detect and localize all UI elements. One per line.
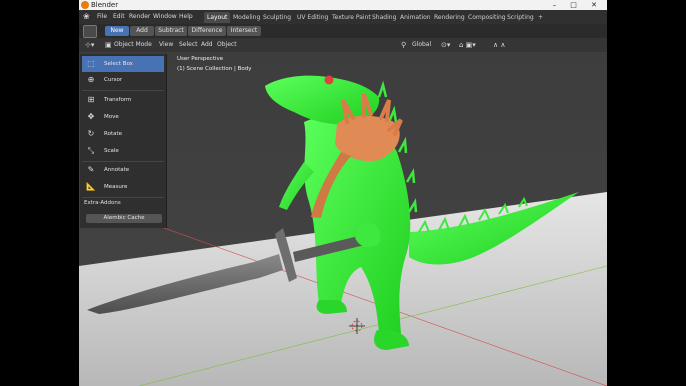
blender-menu-icon[interactable]: ❀ [83,10,90,24]
view-menu[interactable]: View [159,38,173,52]
transform-icon: ⊞ [87,95,95,104]
menu-file[interactable]: File [97,10,107,24]
tool-label: Scale [104,148,119,154]
menu-help[interactable]: Help [179,10,193,24]
add-workspace-button[interactable]: + [535,12,546,23]
tool-measure[interactable]: 📐 Measure [82,179,164,195]
collection-label: (1) Scene Collection | Body [177,66,252,72]
tool-header: New Add Subtract Difference Intersect [79,24,607,38]
add-menu[interactable]: Add [201,38,213,52]
toolbar-panel: ⬚ Select Box ⊕ Cursor ⊞ Transform ✥ Move… [80,54,167,228]
tool-label: Select Box [104,61,133,67]
eye [324,75,334,85]
intersect-button[interactable]: Intersect [227,26,261,36]
tab-layout[interactable]: Layout [204,12,231,23]
tab-uv-editing[interactable]: UV Editing [294,12,331,23]
tool-label: Measure [104,184,128,190]
menu-edit[interactable]: Edit [113,10,125,24]
tool-label: Transform [104,97,132,103]
tool-transform[interactable]: ⊞ Transform [82,92,164,108]
blender-window: Blender – □ ✕ ❀ File Edit Render Window … [79,0,607,386]
orientation-icon: ⚲ [401,41,407,49]
snap-icon[interactable]: ⌂ ▣▾ [459,38,476,52]
tool-select-icon[interactable] [83,25,97,38]
new-button[interactable]: New [105,26,129,36]
alembic-cache-button[interactable]: Alembic Cache [86,214,162,223]
annotate-icon: ✎ [87,165,95,174]
orientation-dropdown[interactable]: Global [412,38,431,52]
proportional-edit-icon[interactable]: ∧ ∧ [493,38,505,52]
select-box-icon: ⬚ [87,59,95,68]
tool-annotate[interactable]: ✎ Annotate [82,162,164,178]
cursor-icon: ⊕ [87,75,95,84]
tab-modeling[interactable]: Modeling [230,12,263,23]
tab-scripting[interactable]: Scripting [504,12,537,23]
title-bar: Blender – □ ✕ [79,0,607,10]
menu-bar: ❀ File Edit Render Window Help Layout Mo… [79,10,607,24]
tool-label: Cursor [104,77,123,83]
pivot-icon[interactable]: ⊙▾ [441,38,450,52]
menu-window[interactable]: Window [153,10,177,24]
perspective-label: User Perspective [177,56,224,62]
subtract-button[interactable]: Subtract [155,26,187,36]
tab-compositing[interactable]: Compositing [465,12,509,23]
object-mode-dropdown[interactable]: Object Mode [114,38,152,52]
window-controls[interactable]: – □ ✕ [553,0,603,10]
tab-animation[interactable]: Animation [397,12,434,23]
blender-logo-icon [81,1,89,9]
measure-icon: 📐 [86,182,96,191]
move-icon: ✥ [87,112,95,121]
tool-move[interactable]: ✥ Move [82,109,164,125]
rotate-icon: ↻ [87,129,95,138]
tool-label: Annotate [104,167,130,173]
viewport-header: ⊹▾ ▣ Object Mode View Select Add Object … [79,38,607,52]
tool-scale[interactable]: ⤡ Scale [82,143,164,159]
object-mode-icon: ▣ [105,41,112,49]
menu-render[interactable]: Render [129,10,150,24]
tool-select-box[interactable]: ⬚ Select Box [82,56,164,72]
extra-addons-header[interactable]: Extra-Addons [84,200,121,206]
add-button[interactable]: Add [130,26,154,36]
difference-button[interactable]: Difference [188,26,226,36]
divider [82,90,164,91]
tab-rendering[interactable]: Rendering [431,12,468,23]
tab-texture-paint[interactable]: Texture Paint [329,12,374,23]
tab-sculpting[interactable]: Sculpting [260,12,294,23]
scale-icon: ⤡ [87,146,95,155]
object-menu[interactable]: Object [217,38,237,52]
divider [82,197,164,198]
select-menu[interactable]: Select [179,38,198,52]
tool-cursor[interactable]: ⊕ Cursor [82,72,164,88]
tab-shading[interactable]: Shading [369,12,399,23]
tool-rotate[interactable]: ↻ Rotate [82,126,164,142]
tool-label: Move [104,114,119,120]
editor-type-icon[interactable]: ⊹▾ [85,38,94,52]
window-title: Blender [91,1,119,9]
tool-label: Rotate [104,131,123,137]
